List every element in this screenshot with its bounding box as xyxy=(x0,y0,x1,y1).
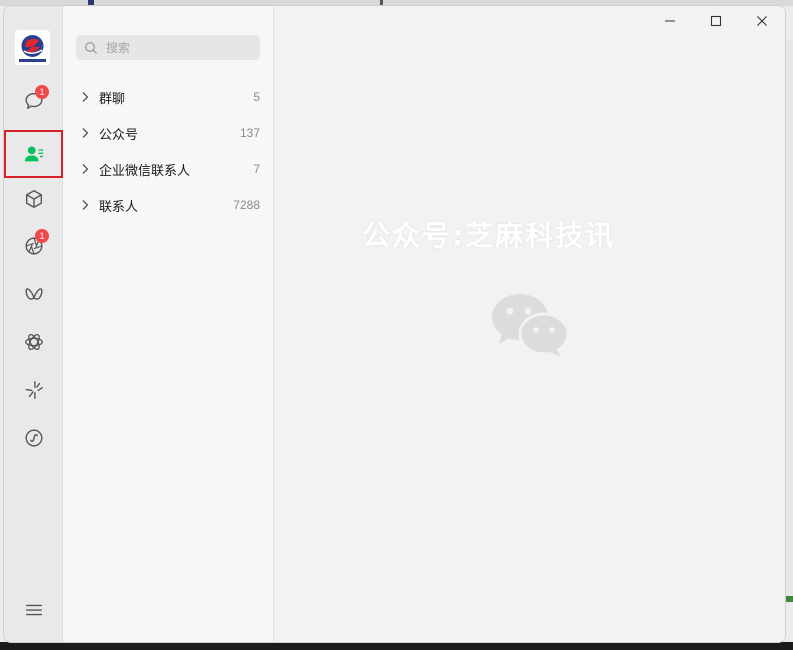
desktop-fragment xyxy=(785,596,793,602)
group-label: 企业微信联系人 xyxy=(99,163,191,179)
unread-badge: 1 xyxy=(35,85,49,99)
minimize-button[interactable] xyxy=(647,6,693,36)
group-label: 群聊 xyxy=(99,91,126,107)
contact-group-group-chats[interactable]: 群聊 5 xyxy=(63,79,274,115)
nav-channels-button[interactable] xyxy=(4,272,63,316)
desktop-right-strip xyxy=(785,40,793,600)
group-label: 公众号 xyxy=(99,127,139,143)
content-area: 公众号:芝麻科技讯 xyxy=(274,6,785,642)
nav-moments-button[interactable]: 1 xyxy=(4,224,63,268)
atom-icon xyxy=(24,333,43,351)
nav-rail: 1 1 xyxy=(4,6,63,642)
circle-link-icon xyxy=(25,429,42,447)
nav-contacts-button[interactable] xyxy=(4,130,63,178)
watermark-text: 公众号:芝麻科技讯 xyxy=(362,219,616,252)
contact-group-official-accounts[interactable]: 公众号 137 xyxy=(63,115,274,151)
moments-badge: 1 xyxy=(35,229,49,243)
search-icon xyxy=(84,41,98,55)
chevron-right-icon xyxy=(79,91,91,103)
group-count: 7288 xyxy=(233,198,260,212)
contact-group-wecom-contacts[interactable]: 企业微信联系人 7 xyxy=(63,151,274,187)
maximize-button[interactable] xyxy=(693,6,739,36)
minimize-icon xyxy=(665,20,675,22)
wechat-window: 1 1 搜索 群聊 5 公众号 137 企业微信联系人 7 联系人 7288 公… xyxy=(3,5,786,643)
group-count: 5 xyxy=(253,90,260,104)
maximize-icon xyxy=(710,15,722,27)
search-box[interactable] xyxy=(76,35,260,60)
close-button[interactable] xyxy=(739,6,785,36)
nav-search-button[interactable] xyxy=(4,320,63,364)
nav-mini-programs-button[interactable] xyxy=(4,368,63,412)
chevron-right-icon xyxy=(79,127,91,139)
nav-mini-program-panel-button[interactable] xyxy=(4,416,63,460)
taskbar-strip xyxy=(0,642,793,650)
group-label: 联系人 xyxy=(99,199,139,215)
wechat-logo-icon xyxy=(492,294,570,357)
close-icon xyxy=(757,16,767,26)
contact-list-panel: 群聊 5 公众号 137 企业微信联系人 7 联系人 7288 xyxy=(63,6,274,642)
search-input[interactable] xyxy=(104,39,258,56)
group-count: 7 xyxy=(253,162,260,176)
group-count: 137 xyxy=(239,126,260,140)
chevron-right-icon xyxy=(79,163,91,175)
sparkle-icon xyxy=(25,381,43,399)
butterfly-icon xyxy=(24,288,43,300)
contacts-icon xyxy=(24,146,43,162)
avatar[interactable] xyxy=(15,30,50,65)
nav-chats-button[interactable]: 1 xyxy=(4,79,63,123)
contact-group-contacts[interactable]: 联系人 7288 xyxy=(63,187,274,223)
menu-icon xyxy=(25,604,42,616)
avatar-logo-image xyxy=(15,30,50,65)
nav-menu-button[interactable] xyxy=(4,588,63,632)
nav-favorites-button[interactable] xyxy=(4,177,63,221)
window-controls xyxy=(647,6,785,36)
cube-icon xyxy=(25,190,42,208)
chevron-right-icon xyxy=(79,199,91,211)
